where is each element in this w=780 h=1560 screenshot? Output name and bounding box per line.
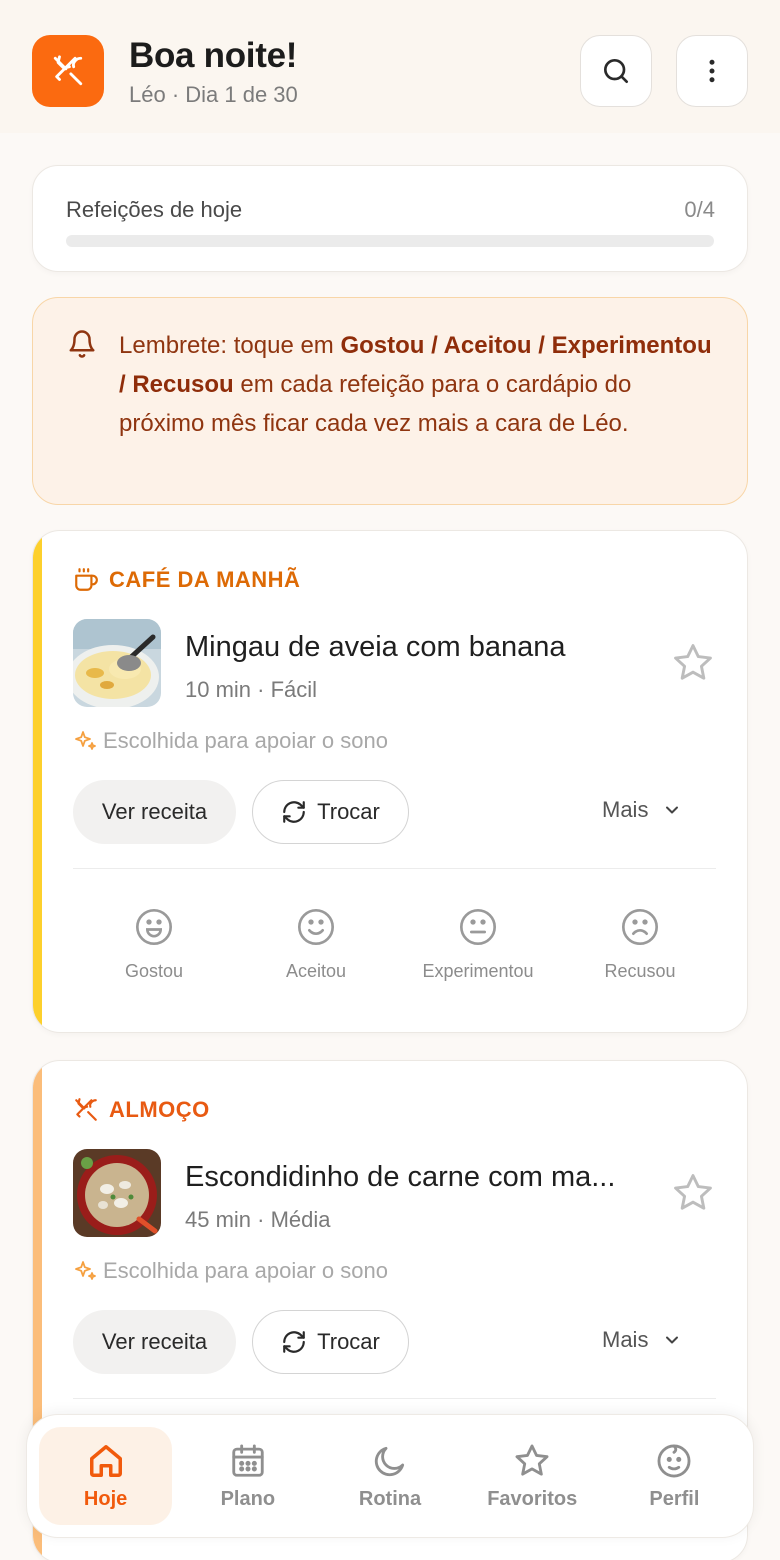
utensils-crossed-icon [75, 1098, 97, 1121]
reminder-text: Lembrete: toque em Gostou / Aceitou / Ex… [119, 332, 712, 437]
refresh-icon [283, 801, 305, 823]
view-recipe-button[interactable]: Ver receita [73, 780, 236, 844]
recipe-meta: 10 min · Fácil [185, 677, 318, 702]
more-options-button[interactable] [676, 35, 748, 107]
swap-recipe-button[interactable]: Trocar [252, 1310, 409, 1374]
reaction-refused[interactable]: Recusou [559, 907, 721, 982]
chevron-down-icon [666, 1336, 679, 1344]
nav-item-favorites[interactable]: Favoritos [466, 1427, 599, 1525]
more-menu-toggle[interactable]: Mais [602, 797, 682, 823]
recipe-thumbnail[interactable] [73, 619, 161, 707]
greeting-title: Boa noite! [129, 36, 298, 75]
moon-icon [374, 1446, 405, 1476]
divider [73, 1398, 716, 1399]
laugh-face-icon [136, 909, 172, 945]
smile-face-icon [298, 909, 334, 945]
reaction-bar: Gostou Aceitou Experimentou Recusou [73, 907, 723, 982]
header: Boa noite! Léo · Dia 1 de 30 [0, 0, 780, 133]
reaction-liked[interactable]: Gostou [73, 907, 235, 982]
nav-item-plan[interactable]: Plano [181, 1427, 314, 1525]
divider [73, 868, 716, 869]
more-menu-toggle[interactable]: Mais [602, 1327, 682, 1353]
chevron-down-icon [666, 806, 679, 814]
recipe-title[interactable]: Mingau de aveia com banana [185, 631, 645, 664]
progress-count: 0/4 [684, 197, 715, 222]
recipe-reason: Escolhida para apoiar o sono [73, 728, 388, 754]
frown-face-icon [622, 909, 658, 945]
search-icon [604, 59, 628, 83]
nav-item-profile[interactable]: Perfil [608, 1427, 741, 1525]
swap-recipe-button[interactable]: Trocar [252, 780, 409, 844]
search-button[interactable] [580, 35, 652, 107]
baby-face-icon [657, 1444, 691, 1477]
meal-accent-bar [33, 531, 42, 1032]
nav-item-routine[interactable]: Rotina [323, 1427, 456, 1525]
neutral-face-icon [460, 909, 496, 945]
calendar-icon [232, 1444, 264, 1477]
home-icon [89, 1444, 122, 1477]
refresh-icon [283, 1331, 305, 1353]
meal-type-label: CAFÉ DA MANHÃ [109, 567, 301, 592]
reminder-banner: Lembrete: toque em Gostou / Aceitou / Ex… [32, 297, 748, 505]
recipe-thumbnail[interactable] [73, 1149, 161, 1237]
bottom-navigation: Hoje Plano Rotina Favoritos Perfil [26, 1414, 754, 1538]
coffee-cup-icon [75, 568, 98, 591]
star-icon [515, 1444, 549, 1476]
favorite-star-icon[interactable] [671, 1171, 715, 1215]
recipe-meta: 45 min · Média [185, 1207, 331, 1232]
utensils-icon [53, 55, 83, 86]
meal-type-label: ALMOÇO [109, 1097, 210, 1122]
progress-bar [66, 235, 714, 247]
view-recipe-button[interactable]: Ver receita [73, 1310, 236, 1374]
sparkles-icon [75, 731, 96, 750]
more-vertical-icon [709, 59, 715, 83]
app-logo [32, 35, 104, 107]
meal-card-breakfast: CAFÉ DA MANHÃ Mingau de aveia com banana… [32, 530, 748, 1033]
progress-label: Refeições de hoje [66, 197, 243, 222]
daily-progress-card: Refeições de hoje 0/4 [32, 165, 748, 272]
reaction-accepted[interactable]: Aceitou [235, 907, 397, 982]
recipe-reason: Escolhida para apoiar o sono [73, 1258, 388, 1284]
favorite-star-icon[interactable] [671, 641, 715, 685]
reaction-tried[interactable]: Experimentou [397, 907, 559, 982]
bell-icon [69, 330, 95, 358]
sparkles-icon [75, 1261, 96, 1280]
greeting-subtitle: Léo · Dia 1 de 30 [129, 82, 298, 107]
nav-item-today[interactable]: Hoje [39, 1427, 173, 1525]
recipe-title[interactable]: Escondidinho de carne com ma... [185, 1161, 645, 1194]
